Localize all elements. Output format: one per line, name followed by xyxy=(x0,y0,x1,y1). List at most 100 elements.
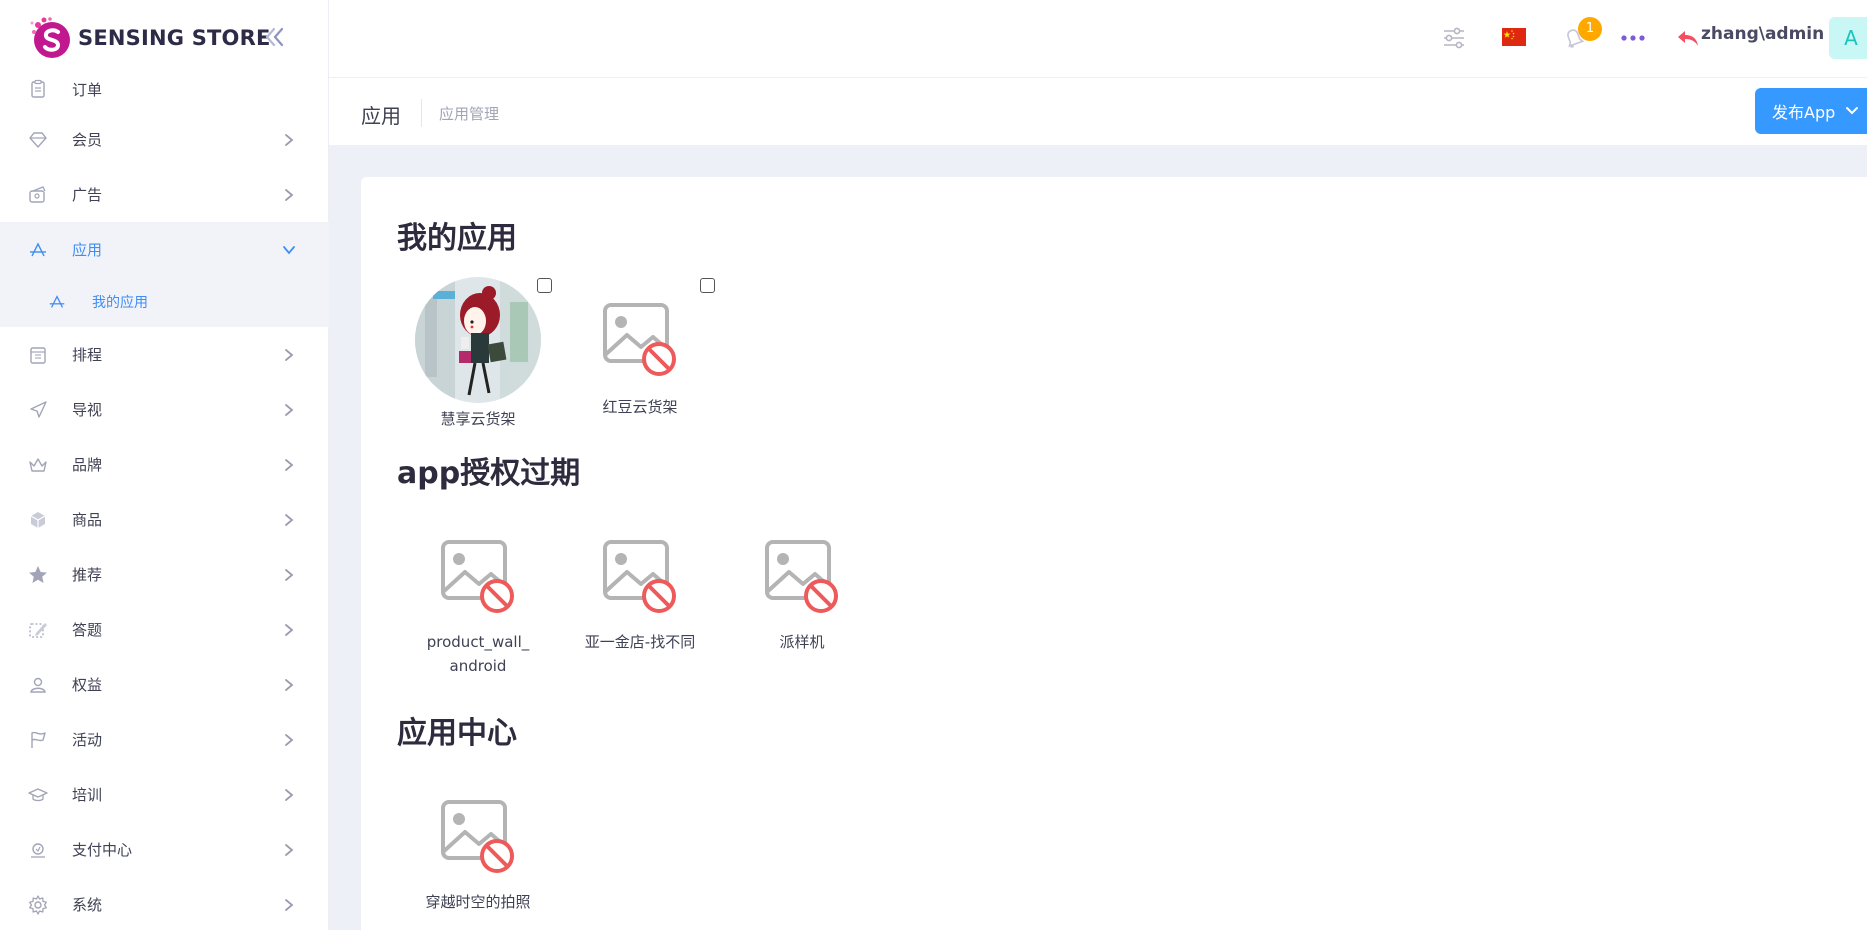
back-arrow-icon[interactable] xyxy=(1674,24,1702,52)
app-tile[interactable]: 穿越时空的拍照 xyxy=(403,794,553,914)
box-icon xyxy=(30,511,46,528)
sidebar-item-label: 广告 xyxy=(72,186,103,204)
chevron-right-icon xyxy=(285,188,294,201)
page-title: 应用 xyxy=(361,104,401,128)
subheader: 应用 应用管理 发布App xyxy=(329,79,1867,145)
sidebar-item-label: 权益 xyxy=(72,676,103,694)
app-name: 亚一金店-找不同 xyxy=(584,633,696,651)
sidebar-item-label: 答题 xyxy=(72,621,103,639)
user-avatar[interactable]: A xyxy=(1829,17,1867,59)
app-tile[interactable]: 慧享云货架 xyxy=(403,277,553,431)
chevron-right-icon xyxy=(285,513,294,526)
chevron-right-icon xyxy=(285,898,294,911)
sidebar-item-label: 培训 xyxy=(72,786,103,804)
sidebar-item-label: 支付中心 xyxy=(72,841,133,859)
notification-badge: 1 xyxy=(1578,17,1602,41)
sidebar: SENSING STORE 订单会员广告应用我的应用排程导视 品牌商品推荐答题权益… xyxy=(0,0,329,930)
image-placeholder-icon xyxy=(765,540,838,613)
girl-cartoon-icon xyxy=(415,277,541,403)
image-placeholder-icon xyxy=(603,540,676,613)
sidebar-item[interactable]: 品牌 xyxy=(0,437,329,492)
gear-icon xyxy=(29,894,47,915)
app-store-icon xyxy=(49,295,65,308)
app-name: 派样机 xyxy=(779,633,825,651)
chevron-right-icon xyxy=(285,788,294,801)
logo-icon xyxy=(30,17,70,58)
app-tile[interactable]: 派样机 xyxy=(727,534,877,654)
sidebar-item[interactable]: 广告 xyxy=(0,167,329,222)
collapse-sidebar-icon[interactable] xyxy=(262,24,288,50)
app-tile[interactable]: product_wall_ android xyxy=(403,534,553,678)
sidebar-item[interactable]: 权益 xyxy=(0,657,329,712)
chevron-right-icon xyxy=(285,403,294,416)
sidebar-item[interactable]: 培训 xyxy=(0,767,329,822)
star-icon xyxy=(29,565,47,583)
settings-sliders-icon[interactable] xyxy=(1440,24,1468,52)
graduation-icon xyxy=(28,787,48,801)
sidebar-item[interactable]: 应用 xyxy=(0,222,329,277)
broken-image-icon xyxy=(435,534,521,620)
sidebar-item[interactable]: 排程 xyxy=(0,327,329,382)
sidebar-item[interactable]: 会员 xyxy=(0,112,329,167)
broken-image-icon xyxy=(759,534,845,620)
sidebar-item[interactable]: 答题 xyxy=(0,602,329,657)
image-placeholder-icon xyxy=(441,800,514,873)
app-select-checkbox[interactable] xyxy=(700,278,715,293)
sidebar-item[interactable]: 导视 xyxy=(0,382,329,437)
calendar-icon xyxy=(30,346,46,364)
sidebar-item-label: 排程 xyxy=(72,346,103,364)
broken-image-icon xyxy=(597,534,683,620)
sidebar-item-label: 应用 xyxy=(72,241,103,259)
user-name[interactable]: zhang\admin xyxy=(1701,24,1824,44)
app-tile[interactable]: 亚一金店-找不同 xyxy=(565,534,715,654)
sidebar-item-label: 商品 xyxy=(72,511,103,529)
china-flag-icon[interactable] xyxy=(1502,28,1526,46)
chevron-right-icon xyxy=(285,458,294,471)
app-tile[interactable]: 红豆云货架 xyxy=(565,297,715,419)
brand-name: SENSING STORE xyxy=(78,26,271,50)
brand-logo[interactable]: SENSING STORE xyxy=(28,14,271,62)
more-dots-icon[interactable] xyxy=(1619,24,1647,52)
diamond-icon xyxy=(29,131,47,148)
app-store-icon xyxy=(30,241,46,256)
app-name: 穿越时空的拍照 xyxy=(425,893,531,911)
sidebar-subitem-my-apps[interactable]: 我的应用 xyxy=(0,277,329,327)
publish-app-label: 发布App xyxy=(1772,103,1836,122)
user-icon xyxy=(30,677,46,693)
ad-icon xyxy=(29,185,46,203)
image-placeholder-icon xyxy=(603,303,676,376)
sidebar-item[interactable]: 活动 xyxy=(0,712,329,767)
broken-image-icon xyxy=(597,297,683,383)
chevron-right-icon xyxy=(285,348,294,361)
sidebar-item[interactable]: 商品 xyxy=(0,492,329,547)
broken-image-icon xyxy=(435,794,521,880)
payment-icon xyxy=(31,842,45,858)
edit-icon xyxy=(29,622,47,638)
chevron-down-icon xyxy=(283,245,295,254)
clipboard-icon xyxy=(31,79,45,98)
chevron-down-icon xyxy=(1846,107,1859,115)
sidebar-item-label: 活动 xyxy=(72,731,103,749)
sidebar-item-label: 订单 xyxy=(72,80,103,99)
section-title-my-apps: 我的应用 xyxy=(397,221,517,256)
sidebar-item[interactable]: 推荐 xyxy=(0,547,329,602)
sidebar-item[interactable]: 订单 xyxy=(0,66,329,112)
app-select-checkbox[interactable] xyxy=(537,278,552,293)
chevron-right-icon xyxy=(285,843,294,856)
sidebar-item-label: 推荐 xyxy=(72,566,103,584)
app-name: 红豆云货架 xyxy=(602,398,678,416)
chevron-right-icon xyxy=(285,133,294,146)
image-placeholder-icon xyxy=(441,540,514,613)
app-name: 慧享云货架 xyxy=(440,410,516,428)
sidebar-item-label: 会员 xyxy=(72,131,103,149)
crown-icon xyxy=(29,457,47,472)
chevron-right-icon xyxy=(285,678,294,691)
chevron-right-icon xyxy=(285,733,294,746)
section-title-expired: app授权过期 xyxy=(397,456,581,491)
sidebar-item[interactable]: 系统 xyxy=(0,877,329,930)
sidebar-item[interactable]: 支付中心 xyxy=(0,822,329,877)
publish-app-button[interactable]: 发布App xyxy=(1755,88,1867,134)
flag-icon xyxy=(31,731,46,748)
sidebar-item-label: 系统 xyxy=(72,896,103,914)
breadcrumb[interactable]: 应用管理 xyxy=(439,103,499,124)
